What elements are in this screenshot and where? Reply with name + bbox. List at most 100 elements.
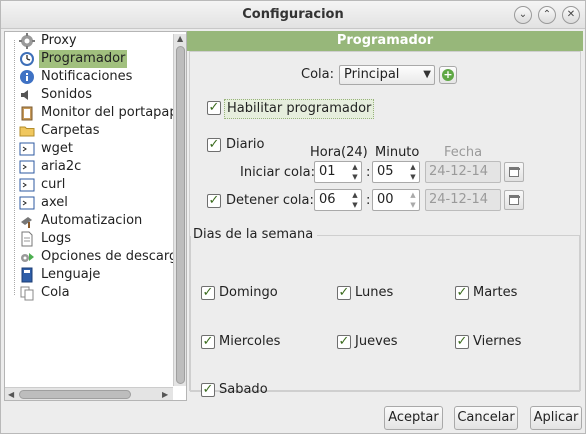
clipboard-icon xyxy=(21,106,33,121)
start-date-calendar-button[interactable] xyxy=(504,162,524,182)
start-hour-spinner[interactable]: 01 ▲ ▼ xyxy=(314,161,362,183)
category-tree[interactable]: Proxy Programador Notificaciones Sonidos… xyxy=(4,31,187,401)
day-checkbox-viernes[interactable]: ✓ xyxy=(455,335,469,349)
spinner-arrows-icon[interactable]: ▲ ▼ xyxy=(350,190,360,210)
tree-item-label: aria2c xyxy=(41,159,82,174)
day-label-jueves: Jueves xyxy=(355,334,398,349)
horizontal-scroll-thumb[interactable] xyxy=(19,390,131,399)
queue-select[interactable]: Principal ▼ xyxy=(339,65,435,85)
stop-hour-value: 06 xyxy=(319,192,336,207)
tree-item-label: Logs xyxy=(41,231,71,246)
spinner-arrows-icon[interactable]: ▲ ▼ xyxy=(408,162,418,182)
tree-item-label: Carpetas xyxy=(41,123,100,138)
window-title: Configuracion xyxy=(242,7,344,22)
stop-queue-label: Detener cola: xyxy=(226,193,314,208)
tree-item-label: Opciones de descarg xyxy=(41,249,178,264)
day-checkbox-miercoles[interactable]: ✓ xyxy=(201,335,215,349)
clock-icon xyxy=(20,52,34,66)
add-queue-button[interactable]: + xyxy=(439,66,457,84)
scheduler-settings: Cola: Principal ▼ + ✓ Habilitar programa… xyxy=(189,51,581,397)
stop-hour-spinner[interactable]: 06 ▲ ▼ xyxy=(314,189,362,211)
spinner-arrows-icon[interactable]: ▲ ▼ xyxy=(408,190,418,210)
terminal-icon xyxy=(19,196,35,210)
day-label-domingo: Domingo xyxy=(219,285,278,300)
queue-select-value: Principal xyxy=(344,67,400,82)
calendar-icon xyxy=(509,167,520,177)
tree-item-label: Monitor del portapap xyxy=(41,105,178,120)
hour-header: Hora(24) xyxy=(310,145,368,160)
speaker-icon xyxy=(21,90,28,100)
tree-item-label: wget xyxy=(41,141,73,156)
day-checkbox-domingo[interactable]: ✓ xyxy=(201,286,215,300)
day-label-sabado: Sabado xyxy=(219,382,268,397)
accept-button[interactable]: Aceptar xyxy=(384,406,443,430)
minimize-button[interactable]: ⌄ xyxy=(514,6,532,24)
tree-horizontal-scrollbar[interactable]: ◀ ▶ xyxy=(5,387,173,400)
gear-icon xyxy=(19,33,35,49)
folder-icon xyxy=(19,126,35,137)
scroll-left-arrow-icon[interactable]: ◀ xyxy=(8,390,14,399)
stop-date-calendar-button[interactable] xyxy=(504,190,524,210)
preferences-window: Configuracion ⌄ ⌃ ✕ Proxy Programador No… xyxy=(0,0,586,434)
queue-label: Cola: xyxy=(301,67,334,82)
stop-queue-checkbox[interactable]: ✓ xyxy=(207,194,221,208)
weekdays-group xyxy=(190,236,580,392)
tree-item-label: Notificaciones xyxy=(41,69,133,84)
plus-icon: + xyxy=(442,68,454,81)
tree-item-label: Proxy xyxy=(41,33,77,48)
tree-item-label: Automatizacion xyxy=(41,213,143,228)
copy-icon xyxy=(20,286,34,301)
cancel-button[interactable]: Cancelar xyxy=(454,406,518,430)
start-queue-label: Iniciar cola: xyxy=(240,165,315,180)
vertical-scroll-thumb[interactable] xyxy=(176,46,185,384)
start-minute-value: 05 xyxy=(377,164,394,179)
day-checkbox-jueves[interactable]: ✓ xyxy=(337,335,351,349)
day-checkbox-sabado[interactable]: ✓ xyxy=(201,383,215,397)
time-separator: : xyxy=(366,193,371,208)
info-icon xyxy=(20,70,34,84)
day-label-lunes: Lunes xyxy=(355,285,394,300)
daily-label: Diario xyxy=(226,137,265,152)
tree-item-label: curl xyxy=(41,177,66,192)
calendar-icon xyxy=(509,195,520,205)
time-separator: : xyxy=(366,165,371,180)
dropdown-arrow-icon: ▼ xyxy=(423,69,431,80)
stop-minute-value: 00 xyxy=(377,192,394,207)
daily-checkbox[interactable]: ✓ xyxy=(207,138,221,152)
start-minute-spinner[interactable]: 05 ▲ ▼ xyxy=(372,161,420,183)
tree-item-label: Cola xyxy=(41,285,70,300)
stop-minute-spinner[interactable]: 00 ▲ ▼ xyxy=(372,189,420,211)
terminal-icon xyxy=(19,160,35,174)
enable-scheduler-label: Habilitar programador xyxy=(224,99,375,119)
chevron-down-icon: ⌄ xyxy=(518,9,528,20)
start-date-value: 24-12-14 xyxy=(429,164,489,179)
day-checkbox-lunes[interactable]: ✓ xyxy=(337,286,351,300)
group-border-top xyxy=(317,235,580,236)
title-bar: Configuracion ⌄ ⌃ ✕ xyxy=(1,1,585,29)
tree-connector-line xyxy=(14,40,15,295)
day-label-viernes: Viernes xyxy=(473,334,522,349)
start-hour-value: 01 xyxy=(319,164,336,179)
close-button[interactable]: ✕ xyxy=(562,6,580,24)
chevron-up-icon: ⌃ xyxy=(542,9,552,20)
tree-vertical-scrollbar[interactable]: ▲ xyxy=(173,34,186,386)
scheduler-panel: Programador Cola: Principal ▼ + ✓ Habili… xyxy=(187,31,583,401)
scroll-up-arrow-icon[interactable]: ▲ xyxy=(177,34,183,43)
day-checkbox-martes[interactable]: ✓ xyxy=(455,286,469,300)
stop-date-value: 24-12-14 xyxy=(429,192,489,207)
spinner-arrows-icon[interactable]: ▲ ▼ xyxy=(350,162,360,182)
terminal-icon xyxy=(19,178,35,192)
enable-scheduler-checkbox[interactable]: ✓ xyxy=(207,101,221,115)
date-header: Fecha xyxy=(444,145,483,160)
panel-header: Programador xyxy=(187,31,583,51)
close-icon: ✕ xyxy=(566,9,576,20)
scroll-right-arrow-icon[interactable]: ▶ xyxy=(162,390,168,399)
stop-date-field[interactable]: 24-12-14 xyxy=(425,189,501,211)
apply-button[interactable]: Aplicar xyxy=(530,406,582,430)
tree-item-label: Sonidos xyxy=(41,87,93,102)
book-icon xyxy=(21,267,33,283)
minute-header: Minuto xyxy=(375,145,420,160)
start-date-field[interactable]: 24-12-14 xyxy=(425,161,501,183)
hammer-icon xyxy=(21,217,32,228)
maximize-button[interactable]: ⌃ xyxy=(538,6,556,24)
